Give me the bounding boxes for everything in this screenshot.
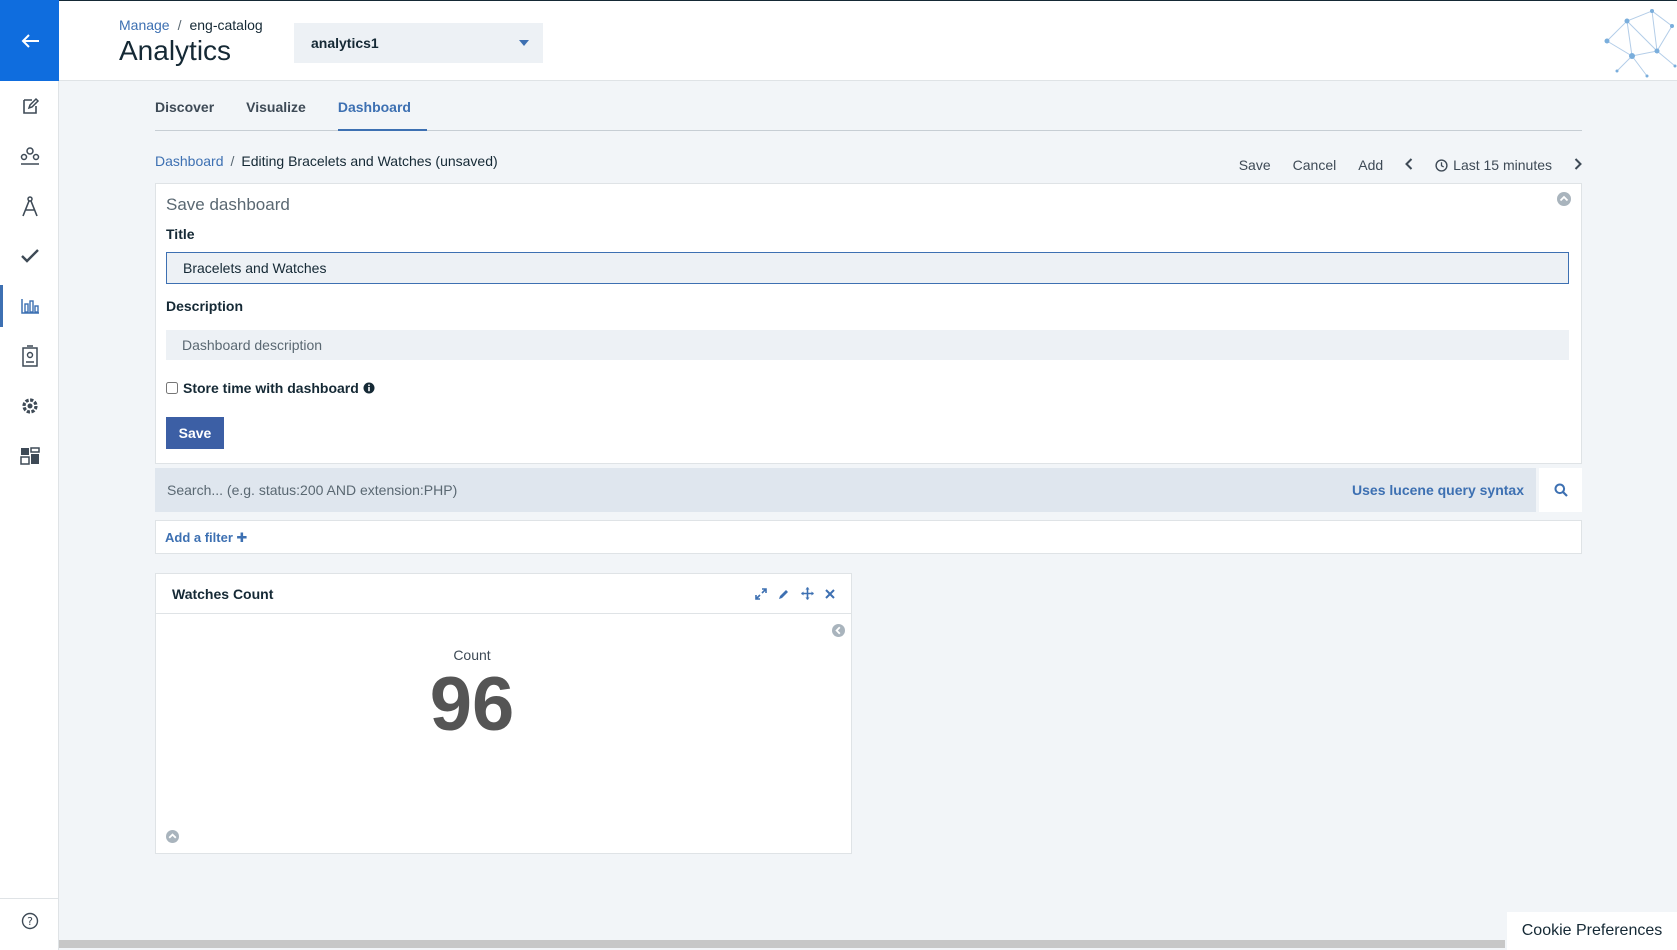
query-bar: Uses lucene query syntax bbox=[155, 468, 1536, 512]
save-button[interactable]: Save bbox=[166, 417, 224, 449]
add-filter-label: Add a filter bbox=[165, 530, 233, 545]
time-picker[interactable]: Last 15 minutes bbox=[1435, 157, 1552, 173]
tab-discover[interactable]: Discover bbox=[155, 83, 230, 131]
back-button[interactable] bbox=[0, 0, 59, 81]
store-time-checkbox[interactable] bbox=[166, 382, 178, 394]
horizontal-scrollbar[interactable] bbox=[59, 940, 1505, 948]
store-time-label: Store time with dashboard bbox=[183, 380, 359, 396]
dashboard-breadcrumb-current: Editing Bracelets and Watches (unsaved) bbox=[241, 153, 498, 169]
dashboard-toolbar: Save Cancel Add Last 15 minutes bbox=[1217, 157, 1582, 173]
lucene-syntax-link[interactable]: Uses lucene query syntax bbox=[1352, 482, 1524, 498]
search-input[interactable] bbox=[167, 482, 1353, 498]
remove-panel-button[interactable] bbox=[825, 588, 835, 599]
store-time-option[interactable]: Store time with dashboard bbox=[166, 380, 375, 396]
expand-panel-button[interactable] bbox=[755, 587, 767, 600]
bar-chart-icon bbox=[20, 299, 39, 314]
metric-value: 96 bbox=[429, 662, 515, 747]
chevron-up-circle-icon bbox=[166, 830, 179, 843]
chevron-down-icon bbox=[519, 40, 529, 46]
time-next-button[interactable] bbox=[1574, 157, 1582, 173]
pencil-icon bbox=[779, 589, 788, 599]
help-icon: ? bbox=[21, 912, 38, 929]
add-filter-link[interactable]: Add a filter ✚ bbox=[165, 530, 247, 545]
network-graphic-icon bbox=[1604, 9, 1677, 78]
visualization-panel-header: Watches Count bbox=[156, 574, 851, 614]
page-title: Analytics bbox=[119, 35, 232, 66]
breadcrumb: Manage / eng-catalog bbox=[119, 17, 263, 33]
breadcrumb-separator: / bbox=[230, 153, 235, 169]
expand-icon bbox=[755, 587, 767, 600]
compass-tool-icon bbox=[21, 196, 38, 217]
breadcrumb-current: eng-catalog bbox=[189, 17, 263, 33]
spy-toggle-button[interactable] bbox=[165, 829, 180, 849]
analytics-instance-value: analytics1 bbox=[311, 35, 379, 51]
panel-actions bbox=[744, 587, 835, 600]
toolbar-add-button[interactable]: Add bbox=[1358, 157, 1383, 173]
nav-analytics[interactable] bbox=[0, 281, 59, 331]
badge-icon bbox=[21, 345, 38, 367]
left-nav-rail: ? bbox=[0, 0, 59, 950]
chevron-left-circle-icon bbox=[832, 624, 845, 637]
checkmark-icon bbox=[20, 249, 39, 263]
description-label: Description bbox=[166, 298, 244, 314]
panel-heading: Save dashboard bbox=[166, 195, 290, 214]
time-range-label: Last 15 minutes bbox=[1453, 157, 1552, 173]
dashboard-breadcrumb-link[interactable]: Dashboard bbox=[155, 153, 224, 169]
analytics-tabs: Discover Visualize Dashboard bbox=[155, 83, 1582, 131]
toolbar-save-button[interactable]: Save bbox=[1239, 157, 1271, 173]
tab-dashboard[interactable]: Dashboard bbox=[337, 83, 427, 131]
nav-dashboard[interactable] bbox=[0, 431, 59, 481]
panel-collapse-button[interactable] bbox=[1556, 191, 1572, 212]
nav-apis[interactable] bbox=[0, 181, 59, 231]
cookie-preferences-button[interactable]: Cookie Preferences bbox=[1507, 912, 1677, 950]
legend-toggle-button[interactable] bbox=[831, 623, 846, 643]
chevron-right-icon bbox=[1574, 158, 1582, 170]
edit-document-icon bbox=[22, 97, 39, 114]
svg-text:?: ? bbox=[27, 915, 33, 928]
breadcrumb-separator: / bbox=[177, 17, 182, 33]
tab-visualize[interactable]: Visualize bbox=[246, 83, 322, 131]
clock-icon bbox=[1435, 158, 1448, 172]
search-icon bbox=[1554, 483, 1568, 497]
title-label: Title bbox=[166, 226, 195, 242]
chevron-left-icon bbox=[1405, 158, 1413, 170]
nav-tasks[interactable] bbox=[0, 231, 59, 281]
gear-icon bbox=[21, 398, 38, 414]
nav-members[interactable] bbox=[0, 331, 59, 381]
dashboard-grid-icon bbox=[19, 447, 40, 465]
nav-develop[interactable] bbox=[0, 81, 59, 131]
description-input[interactable] bbox=[166, 330, 1569, 360]
title-input[interactable] bbox=[166, 252, 1569, 284]
visualization-panel: Watches Count Count 96 bbox=[155, 573, 852, 854]
plus-icon: ✚ bbox=[236, 530, 248, 545]
search-button[interactable] bbox=[1539, 468, 1582, 512]
nav-consumers[interactable] bbox=[0, 131, 59, 181]
chevron-up-circle-icon bbox=[1557, 192, 1571, 206]
help-button[interactable]: ? bbox=[0, 898, 59, 942]
arrow-left-icon bbox=[21, 33, 39, 48]
time-prev-button[interactable] bbox=[1405, 157, 1413, 173]
metric-label: Count bbox=[453, 647, 491, 663]
filter-bar: Add a filter ✚ bbox=[155, 520, 1582, 554]
move-panel-button[interactable] bbox=[801, 587, 814, 600]
edit-panel-button[interactable] bbox=[778, 588, 790, 600]
nav-settings[interactable] bbox=[0, 381, 59, 431]
info-icon bbox=[363, 382, 375, 394]
analytics-instance-select[interactable]: analytics1 bbox=[294, 23, 543, 63]
visualization-title: Watches Count bbox=[172, 585, 274, 602]
users-icon bbox=[20, 147, 39, 165]
app-header: Manage / eng-catalog Analytics analytics1 bbox=[59, 0, 1677, 81]
move-icon bbox=[801, 587, 814, 600]
breadcrumb-manage-link[interactable]: Manage bbox=[119, 17, 170, 33]
close-icon bbox=[825, 588, 835, 599]
toolbar-cancel-button[interactable]: Cancel bbox=[1293, 157, 1337, 173]
save-dashboard-panel: Save dashboard Title Description Store t… bbox=[155, 183, 1582, 464]
dashboard-breadcrumb: Dashboard / Editing Bracelets and Watches … bbox=[155, 153, 498, 169]
